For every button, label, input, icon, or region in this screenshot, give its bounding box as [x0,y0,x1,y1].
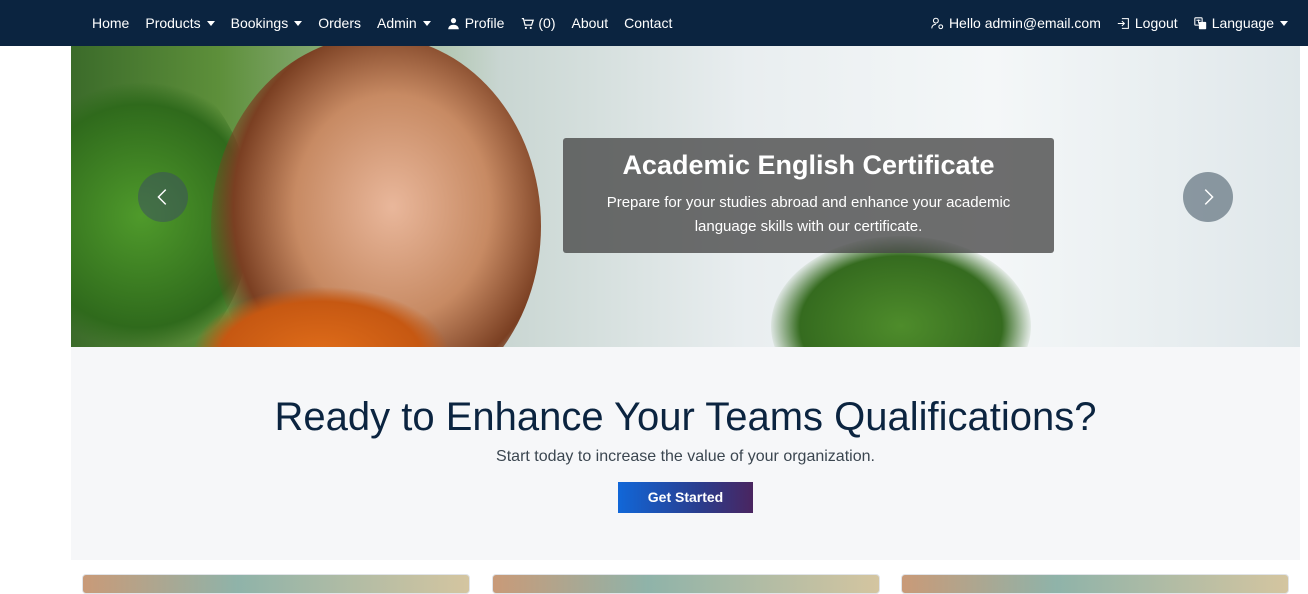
caret-down-icon [294,20,303,26]
chevron-right-icon [1204,189,1214,205]
nav-contact-label: Contact [624,15,673,31]
greeting-text: Hello admin@email.com [948,15,1101,31]
nav-products-dropdown[interactable]: Products [137,15,222,31]
product-card-2[interactable] [492,574,880,594]
nav-bookings-label: Bookings [230,15,289,31]
translate-icon [1194,16,1208,30]
nav-about[interactable]: About [564,15,617,31]
nav-profile[interactable]: Profile [439,15,513,31]
logout-label: Logout [1134,15,1178,31]
cta-subtitle: Start today to increase the value of you… [496,448,875,465]
nav-language-dropdown[interactable]: Language [1186,15,1296,31]
top-navbar: Home Products Bookings Orders Admin Prof… [0,0,1308,46]
nav-user-greeting: Hello admin@email.com [923,15,1109,31]
caret-down-icon [422,20,431,26]
hero-caption-box: Academic English Certificate Prepare for… [563,138,1054,253]
nav-profile-label: Profile [464,15,505,31]
nav-right-group: Hello admin@email.com Logout Language [923,0,1296,46]
nav-left-group: Home Products Bookings Orders Admin Prof… [84,0,680,46]
nav-home-label: Home [92,15,130,31]
caret-down-icon [206,20,215,26]
nav-logout[interactable]: Logout [1109,15,1186,31]
nav-orders[interactable]: Orders [310,15,369,31]
nav-bookings-dropdown[interactable]: Bookings [223,15,311,31]
chevron-left-icon [157,189,167,205]
nav-admin-dropdown[interactable]: Admin [369,15,439,31]
get-started-button[interactable]: Get Started [618,482,753,513]
nav-admin-label: Admin [377,15,417,31]
user-gear-icon [931,16,945,30]
cta-title: Ready to Enhance Your Teams Qualificatio… [274,395,1097,439]
product-card-1[interactable] [82,574,470,594]
hero-text: Prepare for your studies abroad and enha… [606,194,1011,235]
cta-section: Ready to Enhance Your Teams Qualificatio… [71,347,1300,560]
carousel-prev-button[interactable] [138,172,188,222]
hero-carousel: Academic English Certificate Prepare for… [71,46,1300,347]
nav-products-label: Products [145,15,201,31]
logout-icon [1117,16,1131,30]
nav-contact[interactable]: Contact [616,15,680,31]
cart-count: (0) [538,15,556,31]
nav-about-label: About [571,15,609,31]
nav-home[interactable]: Home [84,15,137,31]
hero-title: Academic English Certificate [622,150,995,180]
cart-icon [520,16,534,30]
nav-orders-label: Orders [318,15,361,31]
language-label: Language [1211,15,1274,31]
nav-cart[interactable]: (0) [512,15,563,31]
person-icon [447,16,461,30]
product-card-3[interactable] [901,574,1289,594]
carousel-next-button[interactable] [1183,172,1233,222]
caret-down-icon [1280,20,1288,26]
